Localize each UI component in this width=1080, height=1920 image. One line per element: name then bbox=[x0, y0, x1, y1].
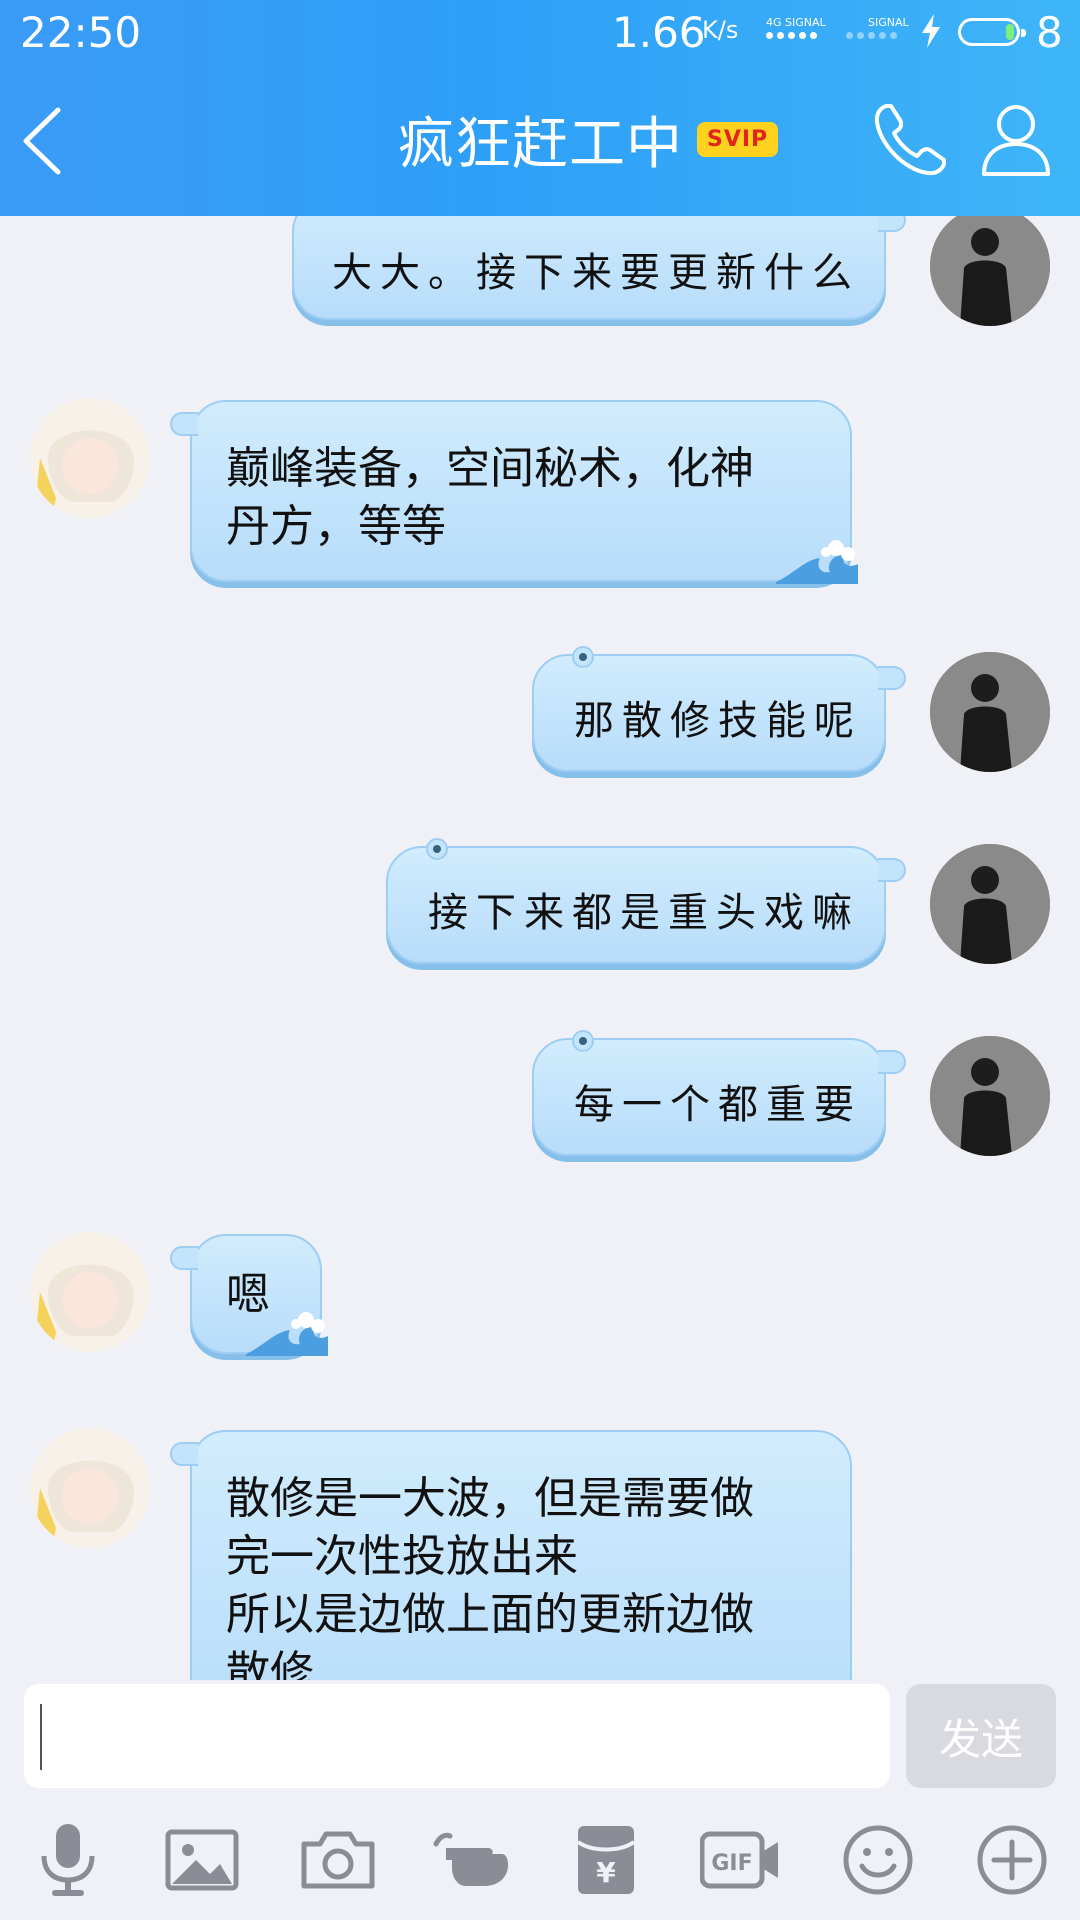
svg-text:¥: ¥ bbox=[596, 1856, 616, 1889]
charging-icon bbox=[922, 14, 940, 48]
message-bubble[interactable]: 嗯 bbox=[170, 1234, 328, 1356]
message-bubble[interactable]: 巅峰装备，空间秘术，化神 丹方，等等 bbox=[170, 400, 858, 584]
sim1-signal-icon: 4G SIGNAL bbox=[766, 16, 826, 46]
status-bar: 22:50 1.66 K/s 4G SIGNAL SIGNAL 8 bbox=[0, 0, 1080, 70]
chevron-left-icon[interactable] bbox=[18, 106, 68, 176]
battery-level: 8 bbox=[1036, 8, 1063, 57]
phone-icon[interactable] bbox=[870, 100, 950, 180]
header-bar: 22:50 1.66 K/s 4G SIGNAL SIGNAL 8 疯狂赶工中 … bbox=[0, 0, 1080, 216]
gif-icon[interactable]: GIF bbox=[700, 1820, 780, 1900]
message-text: 那散修技能呢 bbox=[574, 698, 862, 744]
status-time: 22:50 bbox=[20, 8, 142, 57]
battery-icon bbox=[958, 18, 1026, 46]
self-avatar[interactable] bbox=[930, 216, 1050, 326]
send-button[interactable]: 发送 bbox=[906, 1684, 1056, 1788]
composer: 发送 ¥ GIF bbox=[0, 1680, 1080, 1920]
svg-text:GIF: GIF bbox=[711, 1851, 752, 1876]
microphone-icon[interactable] bbox=[28, 1820, 108, 1900]
chat-title-group[interactable]: 疯狂赶工中 SVIP bbox=[398, 104, 779, 177]
message-text: 散修是一大波，但是需要做 完一次性投放出来 所以是边做上面的更新边做 散修 bbox=[226, 1473, 754, 1680]
message-bubble[interactable]: 大大。接下来要更新什么 bbox=[292, 216, 906, 320]
red-packet-icon[interactable]: ¥ bbox=[566, 1820, 646, 1900]
emoji-icon[interactable] bbox=[838, 1820, 918, 1900]
camera-icon[interactable] bbox=[298, 1820, 378, 1900]
contact-avatar[interactable] bbox=[30, 1232, 150, 1352]
nav-bar: 疯狂赶工中 SVIP bbox=[0, 70, 1080, 216]
person-icon[interactable] bbox=[980, 100, 1052, 180]
sim2-signal-icon: SIGNAL bbox=[846, 16, 909, 46]
poke-icon[interactable] bbox=[432, 1820, 512, 1900]
network-speed: 1.66 bbox=[612, 8, 706, 57]
image-icon[interactable] bbox=[162, 1820, 242, 1900]
chat-title: 疯狂赶工中 bbox=[398, 111, 683, 177]
message-bubble[interactable]: 接下来都是重头戏嘛 bbox=[386, 838, 906, 964]
self-avatar[interactable] bbox=[930, 1036, 1050, 1156]
contact-avatar[interactable] bbox=[30, 398, 150, 518]
message-text: 巅峰装备，空间秘术，化神 丹方，等等 bbox=[226, 443, 754, 552]
message-text: 每一个都重要 bbox=[574, 1082, 862, 1128]
plus-icon[interactable] bbox=[972, 1820, 1052, 1900]
network-speed-unit: K/s bbox=[702, 16, 739, 44]
self-avatar[interactable] bbox=[930, 844, 1050, 964]
wave-decoration-icon bbox=[776, 540, 858, 584]
message-bubble[interactable]: 那散修技能呢 bbox=[532, 646, 906, 772]
message-bubble[interactable]: 散修是一大波，但是需要做 完一次性投放出来 所以是边做上面的更新边做 散修 bbox=[170, 1430, 852, 1680]
message-input[interactable] bbox=[24, 1684, 890, 1788]
wave-decoration-icon bbox=[246, 1312, 328, 1356]
message-bubble[interactable]: 每一个都重要 bbox=[532, 1030, 906, 1156]
sim2-label: SIGNAL bbox=[868, 16, 909, 29]
chat-area[interactable]: 大大。接下来要更新什么 巅峰装备，空间秘术，化神 丹方，等等 那散修技能呢 接下… bbox=[0, 216, 1080, 1680]
contact-avatar[interactable] bbox=[30, 1428, 150, 1548]
message-text: 大大。接下来要更新什么 bbox=[332, 250, 860, 296]
sim1-label: 4G SIGNAL bbox=[766, 16, 826, 29]
text-caret bbox=[40, 1704, 42, 1770]
toolbar: ¥ GIF bbox=[0, 1820, 1080, 1910]
self-avatar[interactable] bbox=[930, 652, 1050, 772]
svip-badge: SVIP bbox=[697, 121, 779, 157]
message-text: 接下来都是重头戏嘛 bbox=[428, 890, 860, 936]
